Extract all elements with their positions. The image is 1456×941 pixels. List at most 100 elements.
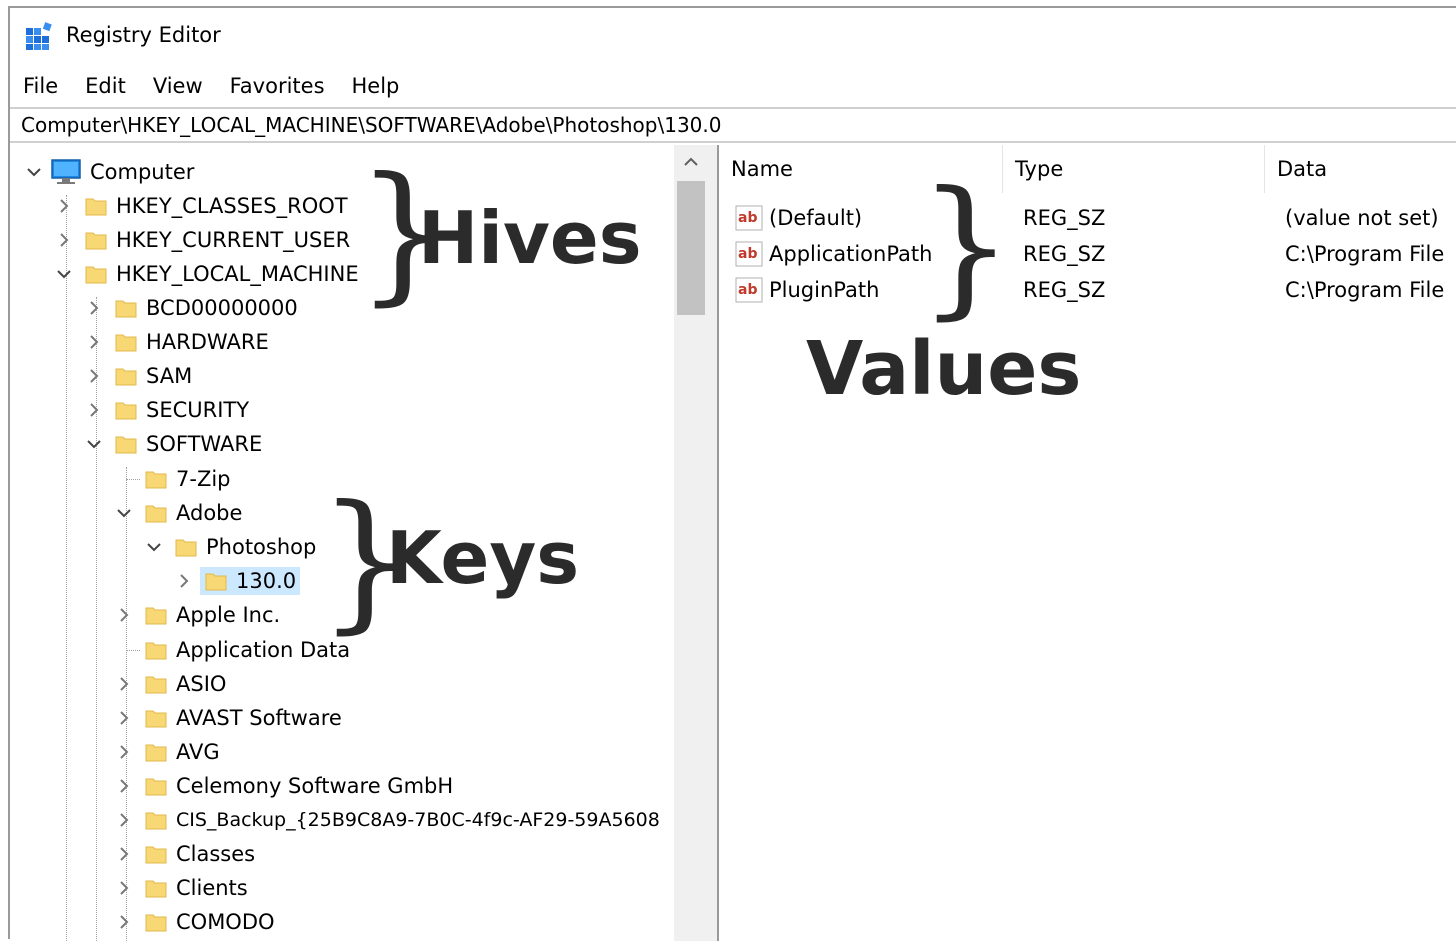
tree-item-avast[interactable]: AVAST Software (114, 701, 342, 735)
folder-icon (145, 676, 167, 694)
chevron-down-icon[interactable] (144, 530, 164, 564)
chevron-right-icon[interactable] (114, 701, 134, 735)
value-data-cell: C:\Program File (1285, 236, 1444, 272)
chevron-right-icon[interactable] (54, 223, 74, 257)
value-type-cell: REG_SZ (1023, 272, 1105, 308)
tree-label: Adobe (176, 501, 243, 525)
chevron-right-icon[interactable] (84, 393, 104, 427)
menu-view[interactable]: View (153, 72, 203, 100)
folder-icon (145, 914, 167, 932)
value-row[interactable]: ab PluginPath (735, 272, 879, 308)
chevron-right-icon[interactable] (174, 564, 194, 598)
folder-icon (175, 539, 197, 557)
value-row[interactable]: ab (Default) (735, 200, 862, 236)
chevron-down-icon[interactable] (84, 427, 104, 461)
tree-item-clients[interactable]: Clients (114, 871, 248, 905)
tree-item-photoshop[interactable]: Photoshop (144, 530, 316, 564)
column-header-type[interactable]: Type (1003, 145, 1265, 193)
chevron-right-icon[interactable] (84, 291, 104, 325)
chevron-right-icon[interactable] (114, 735, 134, 769)
chevron-down-icon[interactable] (54, 257, 74, 291)
tree-item-avg[interactable]: AVG (114, 735, 220, 769)
value-data: C:\Program File (1285, 278, 1445, 302)
folder-icon (145, 880, 167, 898)
tree-item-software[interactable]: SOFTWARE (84, 427, 262, 461)
computer-icon (51, 159, 81, 184)
column-header-data[interactable]: Data (1265, 145, 1456, 193)
column-header-label: Name (731, 157, 793, 181)
tree-item-security[interactable]: SECURITY (84, 393, 249, 427)
tree-item-hkey-current-user[interactable]: HKEY_CURRENT_USER (54, 223, 350, 257)
tree-label: 130.0 (236, 569, 297, 593)
value-name: PluginPath (769, 278, 880, 302)
tree-item-cis-backup[interactable]: CIS_Backup_{25B9C8A9-7B0C-4f9c-AF29-59A5… (114, 803, 660, 837)
tree-label-computer: Computer (90, 160, 195, 184)
tree-item-sam[interactable]: SAM (84, 359, 192, 393)
tree-item-7zip[interactable]: 7-Zip (114, 462, 231, 496)
chevron-right-icon[interactable] (114, 769, 134, 803)
menu-help[interactable]: Help (352, 72, 400, 100)
scroll-thumb[interactable] (677, 181, 705, 315)
value-type: REG_SZ (1023, 206, 1106, 230)
chevron-right-icon[interactable] (114, 871, 134, 905)
pane-splitter[interactable] (708, 145, 719, 941)
tree-label: ASIO (176, 672, 227, 696)
tree-item-classes[interactable]: Classes (114, 837, 255, 871)
tree-item-hkey-classes-root[interactable]: HKEY_CLASSES_ROOT (54, 189, 348, 223)
value-type: REG_SZ (1023, 242, 1106, 266)
tree-label: SECURITY (146, 398, 250, 422)
tree-item-hkey-local-machine[interactable]: HKEY_LOCAL_MACHINE (54, 257, 359, 291)
chevron-right-icon[interactable] (54, 189, 74, 223)
values-brace: } (918, 160, 1014, 334)
tree-item-apple[interactable]: Apple Inc. (114, 598, 280, 632)
value-data: (value not set) (1285, 206, 1439, 230)
tree-item-adobe[interactable]: Adobe (114, 496, 242, 530)
tree-label: HKEY_CLASSES_ROOT (116, 194, 348, 218)
tree-label: Classes (176, 842, 256, 866)
tree-item-celemony[interactable]: Celemony Software GmbH (114, 769, 453, 803)
chevron-right-icon[interactable] (114, 837, 134, 871)
tree-label: AVAST Software (176, 706, 342, 730)
chevron-down-icon[interactable] (114, 496, 134, 530)
folder-icon (85, 266, 107, 284)
tree-label: CIS_Backup_{25B9C8A9-7B0C-4f9c-AF29-59A5… (176, 809, 660, 831)
tree-scrollbar[interactable] (674, 145, 708, 941)
folder-icon (145, 744, 167, 762)
tree-item-hardware[interactable]: HARDWARE (84, 325, 269, 359)
tree-label: Photoshop (206, 535, 317, 559)
folder-icon (85, 232, 107, 250)
tree-item-bcd[interactable]: BCD00000000 (84, 291, 298, 325)
tree-item-130[interactable]: 130.0 (174, 564, 301, 598)
scroll-up-arrow-icon[interactable] (674, 145, 708, 179)
chevron-right-icon[interactable] (114, 598, 134, 632)
chevron-right-icon[interactable] (114, 905, 134, 939)
tree-label: SAM (146, 364, 193, 388)
tree-item-comodo[interactable]: COMODO (114, 905, 275, 939)
selected-highlight: 130.0 (200, 567, 301, 595)
value-data-cell: C:\Program File (1285, 272, 1444, 308)
tree-label: 7-Zip (176, 467, 231, 491)
folder-icon (115, 402, 137, 420)
folder-icon (115, 300, 137, 318)
chevron-right-icon[interactable] (114, 803, 134, 837)
values-pane[interactable]: Name Type Data ab (Default) REG_SZ (valu… (719, 145, 1456, 941)
value-row[interactable]: ab ApplicationPath (735, 236, 932, 272)
value-type-cell: REG_SZ (1023, 236, 1105, 272)
chevron-right-icon[interactable] (84, 325, 104, 359)
tree-item-asio[interactable]: ASIO (114, 667, 226, 701)
chevron-right-icon[interactable] (114, 667, 134, 701)
folder-icon (145, 778, 167, 796)
string-value-icon: ab (735, 277, 763, 303)
tree-label: COMODO (176, 910, 275, 934)
tree-item-application-data[interactable]: Application Data (114, 633, 350, 667)
address-bar[interactable]: Computer\HKEY_LOCAL_MACHINE\SOFTWARE\Ado… (10, 107, 1456, 143)
menu-favorites[interactable]: Favorites (230, 72, 325, 100)
chevron-down-icon[interactable] (24, 155, 44, 189)
svg-text:ab: ab (738, 282, 757, 298)
folder-icon (145, 846, 167, 864)
menu-edit[interactable]: Edit (85, 72, 126, 100)
menu-file[interactable]: File (23, 72, 58, 100)
tree-label: Celemony Software GmbH (176, 774, 454, 798)
chevron-right-icon[interactable] (84, 359, 104, 393)
address-path[interactable]: Computer\HKEY_LOCAL_MACHINE\SOFTWARE\Ado… (21, 113, 721, 137)
